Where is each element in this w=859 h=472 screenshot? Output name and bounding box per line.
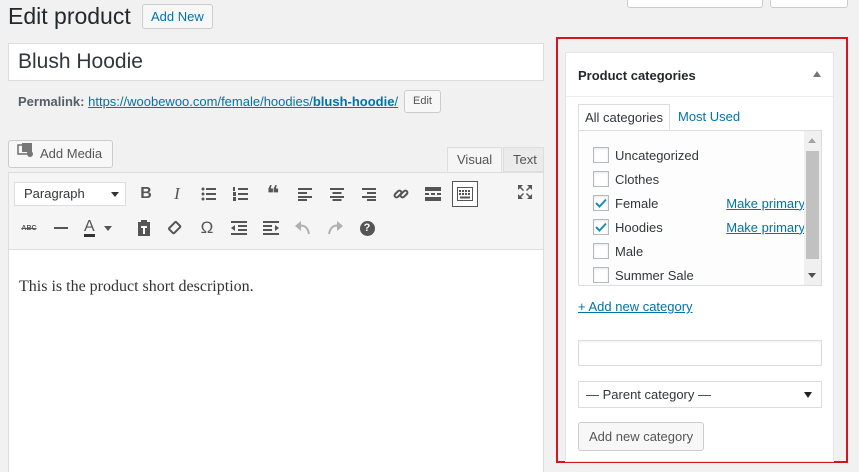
bullet-list-icon[interactable] [196, 181, 222, 207]
page-title: Edit product [8, 3, 131, 29]
fullscreen-icon[interactable] [512, 179, 538, 205]
category-item[interactable]: Hoodies Make primary [593, 215, 805, 239]
top-action-button-partial-2[interactable] [770, 0, 848, 8]
outdent-icon[interactable] [226, 215, 252, 241]
postbox-header[interactable]: Product categories [566, 53, 833, 97]
category-item[interactable]: Clothes [593, 167, 805, 191]
numbered-list-icon[interactable] [228, 181, 254, 207]
make-primary-link[interactable]: Make primary [726, 196, 805, 211]
make-primary-link[interactable]: Make primary [726, 220, 805, 235]
indent-icon[interactable] [258, 215, 284, 241]
top-action-button-partial[interactable] [627, 0, 763, 8]
strikethrough-icon[interactable]: ABC [16, 215, 42, 241]
postbox-title: Product categories [578, 68, 696, 83]
category-checkbox[interactable] [593, 219, 609, 235]
align-right-icon[interactable] [356, 181, 382, 207]
read-more-icon[interactable] [420, 181, 446, 207]
special-character-icon[interactable]: Ω [194, 215, 220, 241]
category-label: Uncategorized [615, 147, 699, 163]
permalink-link[interactable]: https://woobewoo.com/female/hoodies/blus… [88, 94, 398, 109]
category-label: Hoodies [615, 219, 663, 235]
scrollbar[interactable] [804, 131, 821, 285]
edit-slug-button[interactable]: Edit [404, 90, 441, 113]
redo-icon[interactable] [322, 215, 348, 241]
chevron-down-icon [804, 392, 812, 398]
permalink-label: Permalink: [18, 94, 85, 109]
chevron-down-icon [111, 192, 119, 197]
permalink-row: Permalink: https://woobewoo.com/female/h… [18, 92, 398, 112]
category-item[interactable]: Male [593, 239, 805, 263]
checkmark-icon [595, 222, 607, 232]
add-category-button[interactable]: Add new category [578, 422, 705, 451]
align-left-icon[interactable] [292, 181, 318, 207]
editor: Paragraph B I ❝ ABC A Ω ? This is the pr… [8, 172, 544, 472]
add-media-label: Add Media [40, 146, 103, 161]
align-center-icon[interactable] [324, 181, 350, 207]
parent-category-select[interactable]: — Parent category — [578, 381, 822, 408]
paste-text-icon[interactable] [131, 215, 157, 241]
category-checkbox[interactable] [593, 195, 609, 211]
scrollbar-thumb[interactable] [806, 151, 819, 259]
tab-text[interactable]: Text [503, 147, 544, 172]
checkmark-icon [595, 198, 607, 208]
link-icon[interactable] [388, 181, 414, 207]
format-select[interactable]: Paragraph [14, 182, 126, 206]
category-checklist: Uncategorized Clothes Female Make primary Ho… [578, 130, 822, 286]
category-checkbox[interactable] [593, 267, 609, 283]
category-checkbox[interactable] [593, 171, 609, 187]
add-new-button[interactable]: Add New [142, 4, 213, 29]
category-label: Clothes [615, 171, 660, 187]
tab-visual[interactable]: Visual [447, 147, 503, 172]
bold-icon[interactable]: B [133, 181, 159, 207]
category-list: Uncategorized Clothes Female Make primary Ho… [593, 143, 805, 285]
product-title-input[interactable]: Blush Hoodie [8, 43, 544, 81]
category-checkbox[interactable] [593, 147, 609, 163]
add-new-category-link[interactable]: + Add new category [578, 299, 693, 314]
undo-icon[interactable] [290, 215, 316, 241]
clear-formatting-icon[interactable] [162, 215, 188, 241]
blockquote-icon[interactable]: ❝ [260, 181, 286, 207]
tab-most-used[interactable]: Most Used [672, 104, 746, 130]
help-icon[interactable]: ? [354, 215, 380, 241]
category-label: Female [615, 195, 659, 211]
media-icon [17, 141, 35, 167]
category-item[interactable]: Uncategorized [593, 143, 805, 167]
text-color-icon[interactable]: A [80, 215, 120, 241]
category-label: Summer Sale [615, 267, 694, 283]
editor-toolbar: Paragraph B I ❝ ABC A Ω ? [9, 173, 543, 250]
tab-all-categories[interactable]: All categories [578, 104, 671, 130]
collapse-arrow-icon[interactable] [813, 71, 821, 77]
category-checkbox[interactable] [593, 243, 609, 259]
scroll-up-icon[interactable] [808, 138, 816, 143]
scroll-down-icon[interactable] [808, 273, 816, 278]
new-category-input[interactable] [578, 340, 822, 366]
category-label: Male [615, 243, 644, 259]
toolbar-toggle-icon[interactable] [452, 181, 478, 207]
editor-content[interactable]: This is the product short description. [19, 278, 254, 296]
italic-icon[interactable]: I [164, 181, 190, 207]
add-media-button[interactable]: Add Media [8, 140, 114, 168]
category-item[interactable]: Female Make primary [593, 191, 805, 215]
horizontal-line-icon[interactable] [48, 215, 74, 241]
category-item[interactable]: Summer Sale [593, 263, 805, 285]
